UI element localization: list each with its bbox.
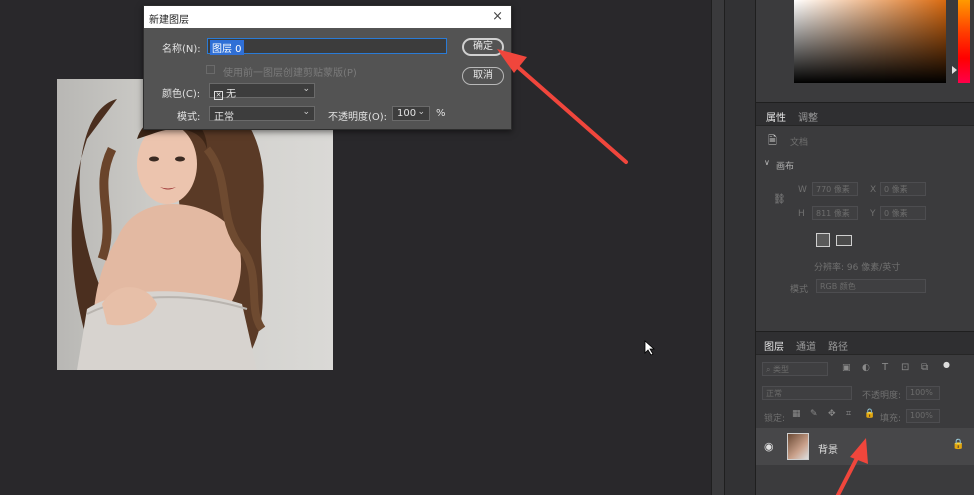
doc-label: 文档 bbox=[790, 138, 809, 148]
hue-slider-arrow-icon[interactable] bbox=[952, 66, 957, 74]
chevron-down-icon: ⌄ bbox=[417, 107, 425, 117]
smart-object-filter-icon[interactable]: ⧉ bbox=[921, 362, 928, 373]
tab-paths[interactable]: 路径 bbox=[828, 338, 848, 353]
color-select[interactable]: ✕ 无 ⌄ bbox=[209, 83, 315, 100]
layer-opacity-field[interactable]: 100% bbox=[906, 386, 940, 400]
lock-pixels-icon[interactable]: ✎ bbox=[810, 409, 818, 419]
color-label: 颜色(C): bbox=[162, 89, 201, 100]
width-label: W bbox=[798, 185, 807, 195]
opacity-value: 100 bbox=[397, 108, 417, 119]
x-label: X bbox=[870, 185, 877, 195]
layer-name-input[interactable]: 图层 0 bbox=[207, 38, 447, 55]
tab-properties[interactable]: 属性 bbox=[766, 109, 786, 124]
layer-thumbnail bbox=[787, 433, 809, 460]
tab-adjustments[interactable]: 调整 bbox=[798, 109, 818, 124]
y-label: Y bbox=[870, 209, 876, 219]
adjustment-filter-icon[interactable]: ◐ bbox=[862, 363, 870, 373]
y-field[interactable]: 0 像素 bbox=[880, 206, 926, 220]
lock-all-icon[interactable]: 🔒 bbox=[864, 409, 875, 419]
portrait-orientation-icon[interactable] bbox=[816, 233, 830, 247]
filter-toggle-icon[interactable]: ● bbox=[943, 360, 950, 369]
layer-lock-icon: 🔒 bbox=[952, 439, 965, 450]
layer-name-value: 图层 0 bbox=[210, 40, 244, 55]
lock-transparent-icon[interactable]: ▦ bbox=[792, 409, 801, 419]
mode-select-value: 正常 bbox=[214, 112, 234, 123]
hue-slider[interactable] bbox=[958, 0, 970, 83]
type-filter-icon[interactable]: T bbox=[882, 362, 888, 373]
chevron-down-icon[interactable]: ∨ bbox=[764, 158, 770, 167]
search-icon: ⌕ bbox=[766, 365, 774, 374]
lock-artboard-icon[interactable]: ⌗ bbox=[846, 409, 851, 419]
width-field[interactable]: 770 像素 bbox=[812, 182, 858, 196]
link-icon[interactable]: ⛓ bbox=[773, 194, 786, 205]
name-label: 名称(N): bbox=[162, 44, 201, 55]
close-icon[interactable]: × bbox=[492, 9, 503, 24]
layers-tabbar: 图层 通道 路径 bbox=[756, 331, 974, 355]
layer-filter-select[interactable]: ⌕ 类型 bbox=[762, 362, 828, 376]
x-field[interactable]: 0 像素 bbox=[880, 182, 926, 196]
properties-tabbar: 属性 调整 bbox=[756, 102, 974, 126]
new-layer-dialog: 新建图层 × 名称(N): 图层 0 使用前一图层创建剪贴蒙版(P) 颜色(C)… bbox=[143, 5, 512, 130]
document-icon: 🗎 bbox=[768, 134, 777, 147]
layer-filter-label: 类型 bbox=[773, 365, 790, 374]
shape-filter-icon[interactable]: ⊡ bbox=[901, 362, 909, 373]
mouse-cursor-icon bbox=[644, 340, 656, 356]
dialog-title: 新建图层 bbox=[149, 15, 189, 26]
canvas-section-title: 画布 bbox=[776, 162, 795, 172]
height-label: H bbox=[798, 209, 805, 219]
resolution-text: 分辨率: 96 像素/英寸 bbox=[814, 263, 901, 273]
color-mode-select[interactable]: RGB 颜色 bbox=[816, 279, 926, 293]
mode-select[interactable]: 正常 ⌄ bbox=[209, 106, 315, 123]
landscape-orientation-icon[interactable] bbox=[836, 235, 852, 246]
color-mode-label: 模式 bbox=[790, 285, 809, 295]
chevron-down-icon: ⌄ bbox=[302, 84, 310, 94]
dialog-titlebar[interactable]: 新建图层 × bbox=[144, 6, 511, 28]
opacity-unit: % bbox=[436, 108, 446, 119]
color-select-value: 无 bbox=[226, 89, 236, 100]
opacity-select[interactable]: 100 ⌄ bbox=[392, 106, 430, 121]
height-field[interactable]: 811 像素 bbox=[812, 206, 858, 220]
right-panels: 属性 调整 🗎 文档 ∨ 画布 W 770 像素 X 0 像素 ⛓ H 811 … bbox=[756, 0, 974, 495]
color-picker-field[interactable] bbox=[794, 0, 946, 83]
layer-opacity-label: 不透明度: bbox=[862, 391, 902, 401]
mode-label: 模式: bbox=[177, 112, 201, 123]
clip-mask-label: 使用前一图层创建剪贴蒙版(P) bbox=[223, 68, 357, 79]
tab-channels[interactable]: 通道 bbox=[796, 338, 816, 353]
lock-position-icon[interactable]: ✥ bbox=[828, 409, 836, 419]
ok-button[interactable]: 确定 bbox=[462, 38, 504, 56]
clip-mask-checkbox[interactable] bbox=[206, 65, 215, 74]
eye-visibility-icon[interactable]: ◉ bbox=[764, 440, 774, 453]
tab-layers[interactable]: 图层 bbox=[764, 338, 784, 353]
no-color-icon: ✕ bbox=[214, 91, 223, 100]
image-filter-icon[interactable]: ▣ bbox=[842, 363, 851, 373]
layer-row-background[interactable]: ◉ 背景 🔒 bbox=[756, 428, 974, 465]
layer-name[interactable]: 背景 bbox=[818, 441, 838, 456]
panel-dock-edge bbox=[711, 0, 724, 495]
fill-label: 填充: bbox=[880, 414, 902, 424]
chevron-down-icon: ⌄ bbox=[302, 107, 310, 117]
cancel-button[interactable]: 取消 bbox=[462, 67, 504, 85]
fill-field[interactable]: 100% bbox=[906, 409, 940, 423]
lock-label: 锁定: bbox=[764, 414, 786, 424]
opacity-label: 不透明度(O): bbox=[328, 112, 388, 123]
collapsed-panel-strip bbox=[724, 0, 756, 495]
blend-mode-select[interactable]: 正常 bbox=[762, 386, 852, 400]
